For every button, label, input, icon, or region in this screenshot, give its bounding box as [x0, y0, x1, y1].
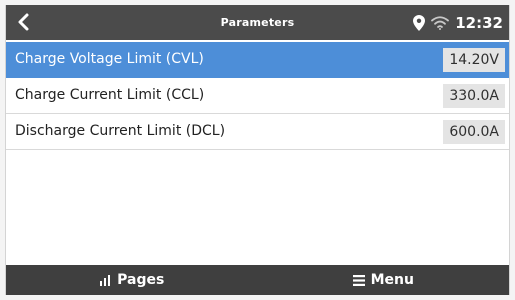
list-item-dcl[interactable]: Discharge Current Limit (DCL) 600.0A	[6, 114, 509, 150]
parameter-list: Charge Voltage Limit (CVL) 14.20V Charge…	[6, 42, 509, 150]
bottom-bar: Pages Menu	[6, 265, 509, 295]
item-value: 600.0A	[443, 120, 505, 144]
title-bar: Parameters 12:32	[6, 5, 509, 40]
item-label: Charge Current Limit (CCL)	[15, 87, 205, 103]
wifi-icon	[431, 15, 450, 30]
menu-button[interactable]: Menu	[258, 265, 510, 295]
menu-label: Menu	[370, 272, 414, 288]
list-item-cvl[interactable]: Charge Voltage Limit (CVL) 14.20V	[6, 42, 509, 78]
item-value: 330.0A	[443, 84, 505, 108]
pages-label: Pages	[117, 272, 165, 288]
list-item-ccl[interactable]: Charge Current Limit (CCL) 330.0A	[6, 78, 509, 114]
item-label: Discharge Current Limit (DCL)	[15, 123, 226, 139]
clock: 12:32	[455, 13, 503, 32]
item-label: Charge Voltage Limit (CVL)	[15, 51, 204, 67]
bar-chart-icon	[100, 275, 111, 286]
hamburger-menu-icon	[352, 274, 365, 286]
pages-button[interactable]: Pages	[6, 265, 258, 295]
item-value: 14.20V	[443, 48, 505, 72]
device-screen: Parameters 12:32 Charge Voltage Limit (C…	[5, 5, 510, 295]
map-pin-icon	[413, 14, 426, 31]
status-area: 12:32	[413, 5, 503, 40]
